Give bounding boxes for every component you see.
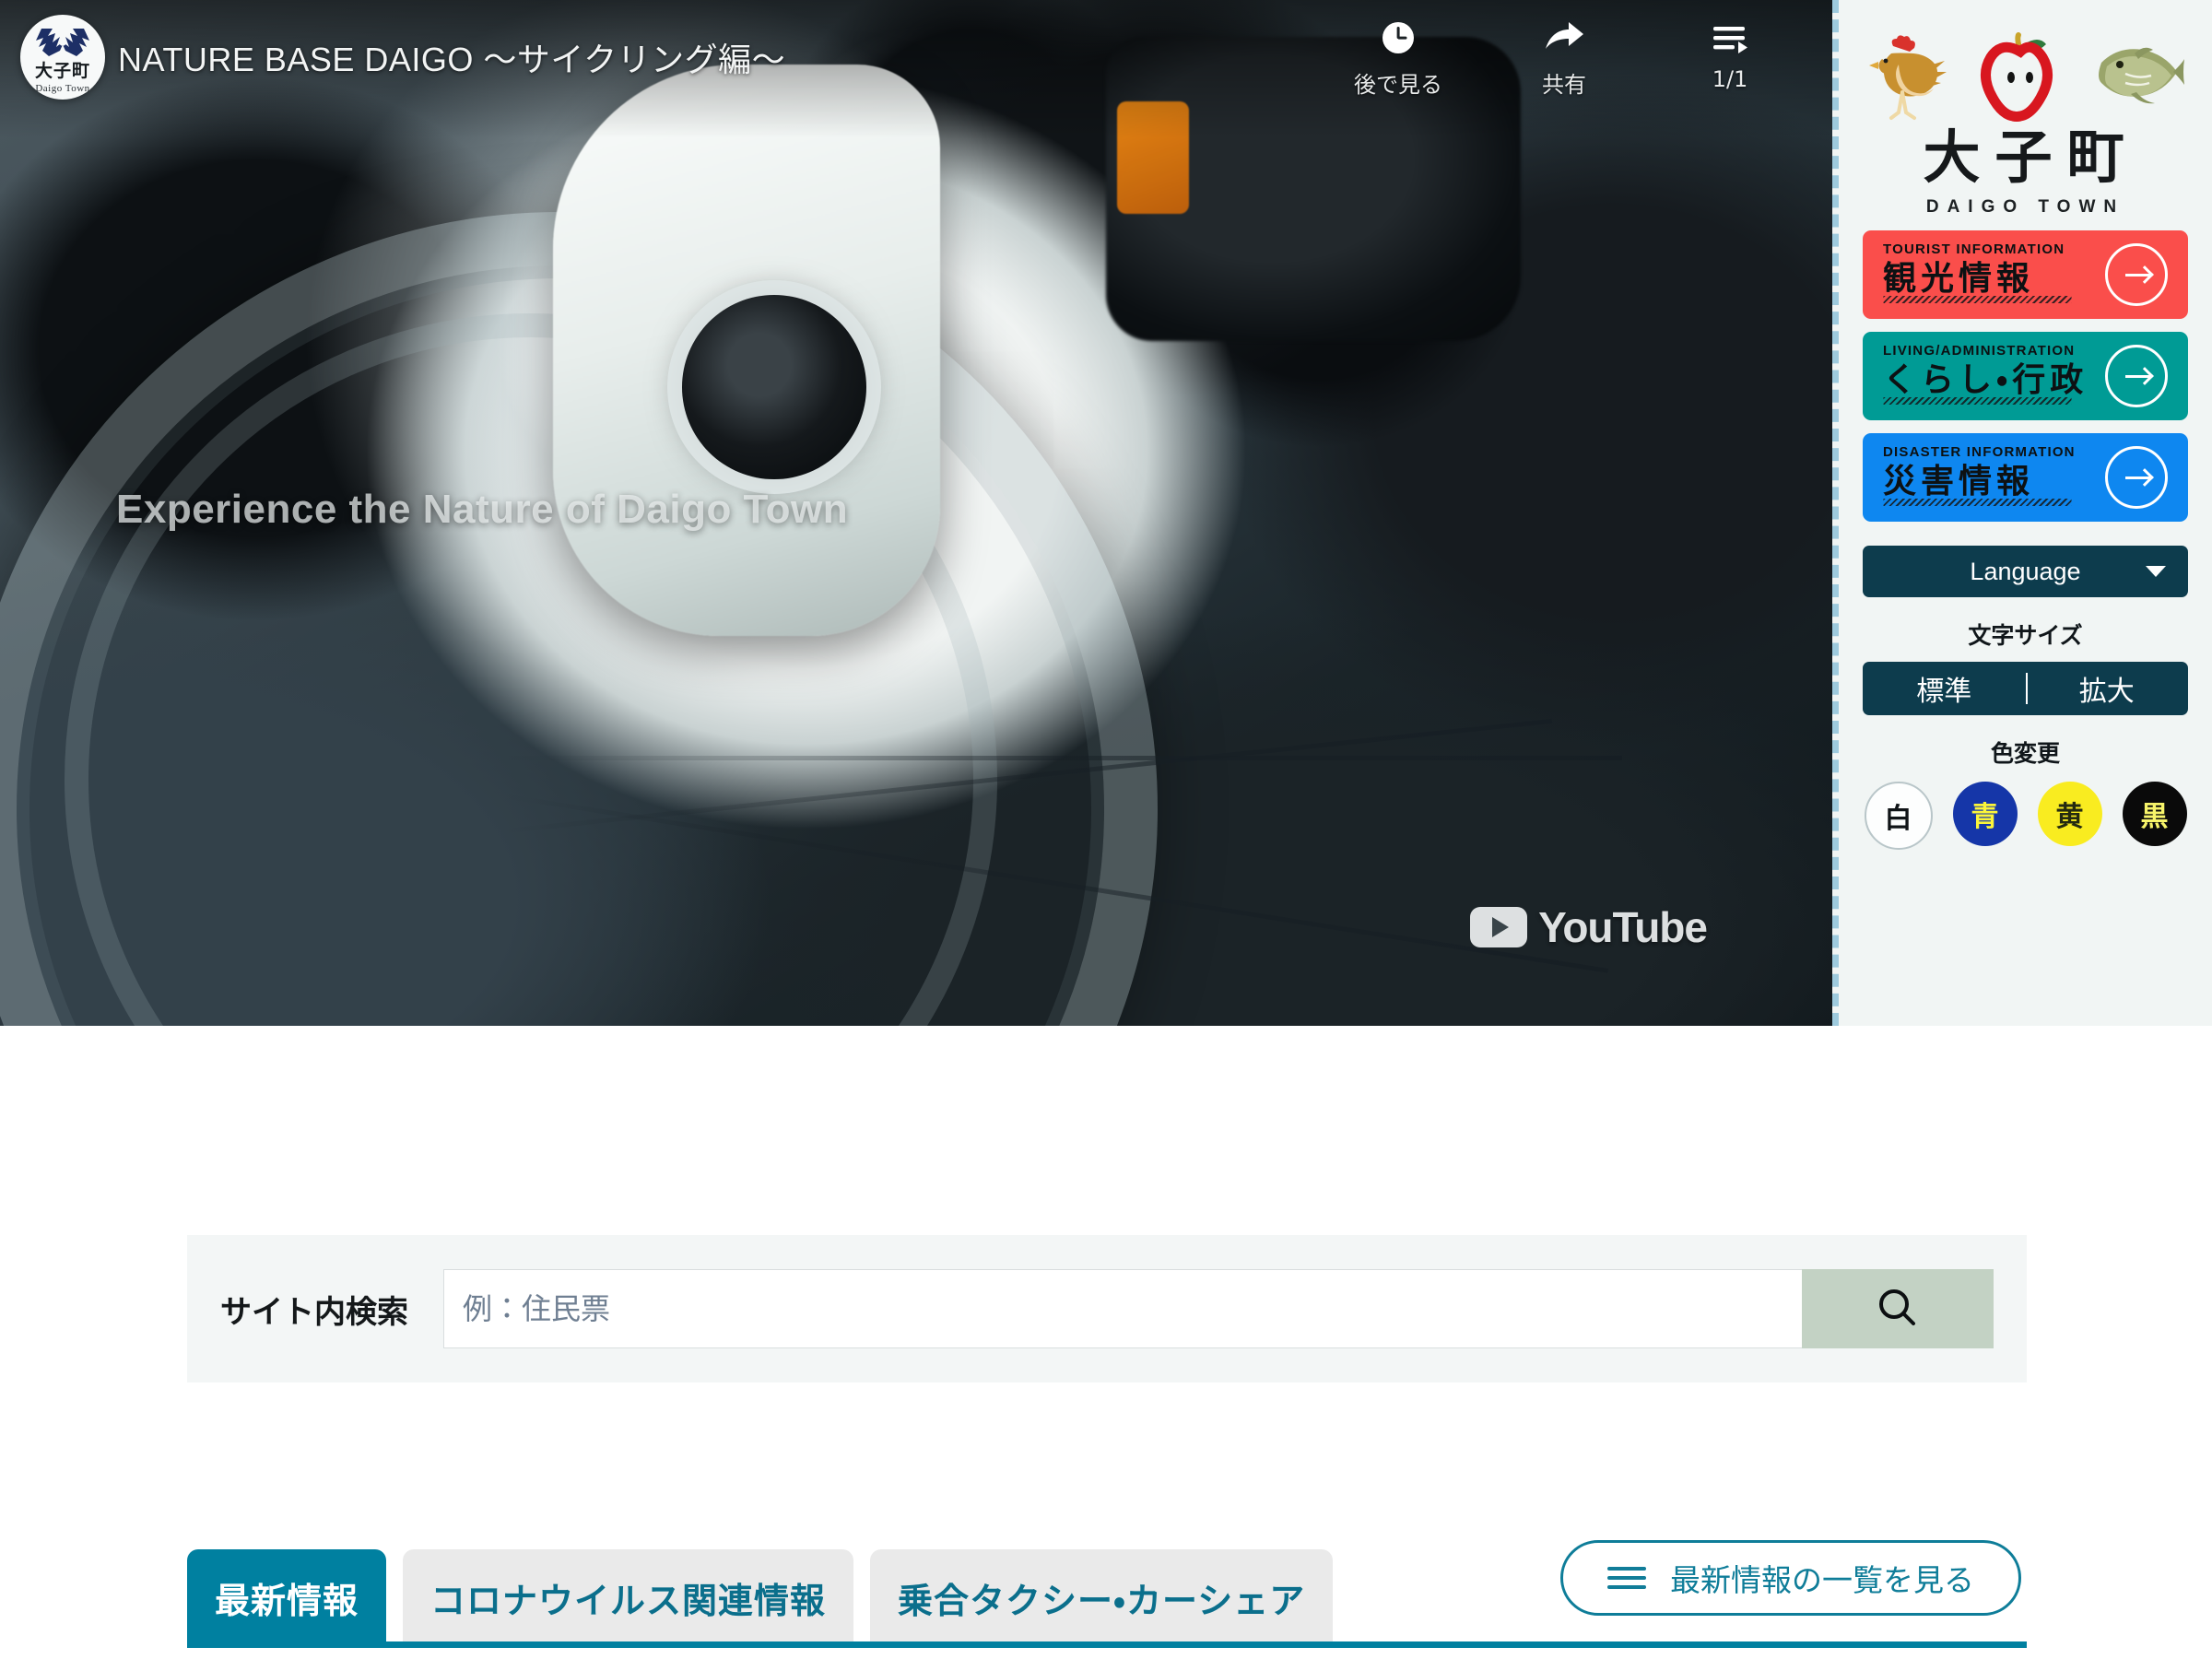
logo-kanji-1: 大 (1923, 124, 1984, 191)
youtube-wordmark: YouTube (1538, 903, 1708, 951)
logo-icon-row (1865, 18, 2186, 122)
sidebar-card-disaster-information[interactable]: DISASTER INFORMATION 災害情報 (1863, 433, 2188, 522)
bike-spoke-shape (498, 756, 1622, 760)
tab-shared-taxi-carshare[interactable]: 乗合タクシー・カーシェア (870, 1549, 1334, 1645)
apple-icon (1980, 32, 2053, 122)
search-input[interactable] (443, 1269, 1802, 1348)
orange-tag-shape (1117, 101, 1189, 214)
tab-latest-news[interactable]: 最新情報 (187, 1549, 387, 1645)
logo-romaji: DAIGO TOWN (1925, 197, 2125, 217)
daigo-crest-icon (36, 28, 89, 56)
tab-coronavirus-info[interactable]: コロナウイルス関連情報 (403, 1549, 854, 1645)
badge-romaji: Daigo Town (35, 82, 90, 94)
site-search-section: サイト内検索 (187, 1235, 2027, 1382)
daigo-town-badge[interactable]: 大子町 Daigo Town (20, 15, 105, 100)
text-size-group: 標準 拡大 (1863, 662, 2188, 715)
color-option-yellow[interactable]: 黄 (2037, 782, 2102, 846)
wheel-hub-shape (682, 295, 866, 479)
video-overlay-text: Experience the Nature of Daigo Town (116, 487, 849, 532)
arrow-right-icon (2105, 345, 2168, 407)
watch-later-button[interactable]: 後で見る (1344, 17, 1453, 99)
chicken-icon (1868, 35, 1947, 120)
color-option-blue[interactable]: 青 (1952, 782, 2018, 846)
fish-icon (2098, 47, 2184, 104)
logo-kanji-2: 子 (1994, 124, 2056, 191)
wavy-underline (1883, 296, 2072, 303)
language-selected-value: Language (1970, 557, 2081, 585)
color-change-group: 白 青 黄 黒 (1863, 782, 2188, 850)
youtube-play-icon (1470, 907, 1528, 947)
sidebar-card-tourist-information[interactable]: TOURIST INFORMATION 観光情報 (1863, 230, 2188, 319)
view-all-news-label: 最新情報の一覧を見る (1670, 1562, 1974, 1598)
watch-later-label: 後で見る (1354, 72, 1442, 98)
playlist-icon (1710, 17, 1750, 59)
wavy-underline (1883, 397, 2072, 405)
playlist-count-label: 1/1 (1712, 66, 1748, 92)
share-label: 共有 (1542, 72, 1586, 98)
logo-kanji-row: 大 子 町 (1923, 129, 2127, 186)
clock-icon (1379, 17, 1418, 59)
video-player[interactable]: Experience the Nature of Daigo Town 大子町 … (0, 0, 1832, 1026)
text-size-standard-button[interactable]: 標準 (1863, 668, 2026, 709)
wavy-underline (1883, 499, 2072, 506)
hamburger-icon (1607, 1567, 1646, 1589)
news-tabs-section: 最新情報 コロナウイルス関連情報 乗合タクシー・カーシェア 最新情報の一覧を見る (187, 1533, 2027, 1648)
sidebar-card-living-administration[interactable]: LIVING/ADMINISTRATION くらし・行政 (1863, 332, 2188, 420)
youtube-watermark[interactable]: YouTube (1470, 902, 1708, 952)
view-all-news-button[interactable]: 最新情報の一覧を見る (1560, 1540, 2021, 1616)
text-size-heading: 文字サイズ (1968, 622, 2083, 649)
share-button[interactable]: 共有 (1510, 17, 1618, 99)
text-size-divider (2025, 673, 2028, 704)
logo-kanji-3: 町 (2066, 124, 2128, 191)
color-option-white[interactable]: 白 (1864, 782, 1933, 850)
sidebar: 大 子 町 DAIGO TOWN TOURIST INFORMATION 観光情… (1832, 0, 2212, 1026)
language-selector[interactable]: Language (1863, 546, 2188, 597)
chevron-down-icon (2146, 566, 2166, 577)
search-button[interactable] (1802, 1269, 1994, 1348)
badge-kanji: 大子町 (34, 60, 90, 81)
text-size-large-button[interactable]: 拡大 (2026, 668, 2189, 709)
tabs-underline (187, 1641, 2027, 1648)
playlist-counter[interactable]: 1/1 (1676, 17, 1784, 92)
daigo-town-logo[interactable]: 大 子 町 DAIGO TOWN (1863, 18, 2188, 218)
arrow-right-icon (2105, 446, 2168, 509)
search-label: サイト内検索 (220, 1293, 408, 1331)
search-icon (1879, 1289, 1915, 1325)
color-change-heading: 色変更 (1990, 740, 2060, 767)
color-option-black[interactable]: 黒 (2122, 782, 2187, 846)
arrow-right-icon (2105, 243, 2168, 306)
video-title[interactable]: NATURE BASE DAIGO ～サイクリング編～ (118, 33, 785, 81)
share-arrow-icon (1543, 17, 1585, 59)
video-controls: 後で見る 共有 1/1 (1344, 17, 1784, 99)
